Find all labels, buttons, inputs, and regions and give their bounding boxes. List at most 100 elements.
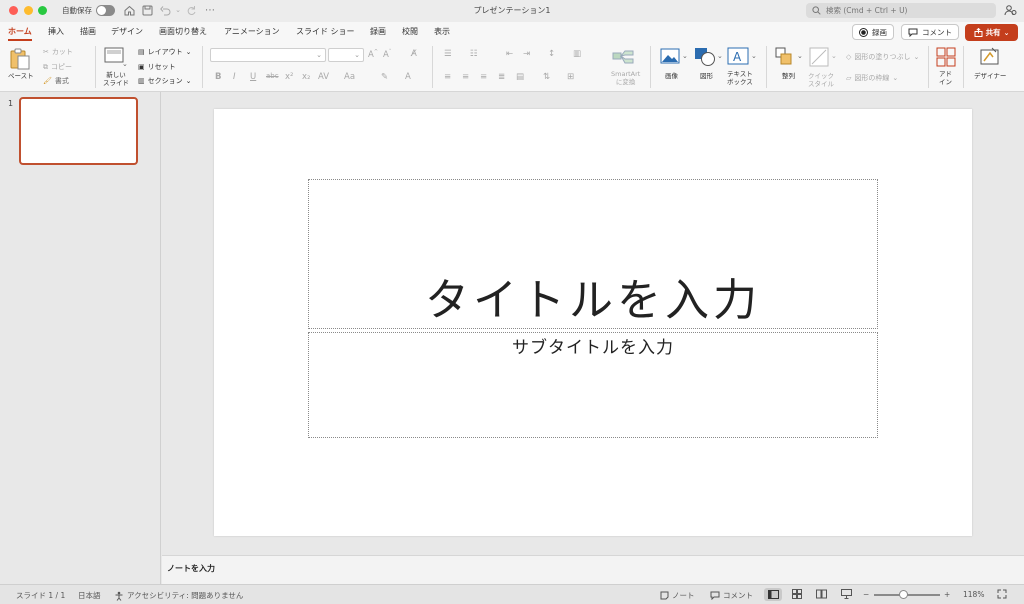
smartart-icon[interactable] bbox=[612, 47, 634, 68]
shape-fill-button[interactable]: ◇ 図形の塗りつぶし ⌄ bbox=[846, 52, 919, 62]
fit-to-window-button[interactable] bbox=[997, 589, 1007, 599]
picture-label[interactable]: 画像 bbox=[665, 72, 678, 80]
paste-icon[interactable] bbox=[9, 47, 31, 74]
chevron-down-icon[interactable]: ⌄ bbox=[717, 52, 723, 60]
search-input[interactable] bbox=[826, 6, 986, 15]
align-left-icon[interactable]: ≡ bbox=[444, 72, 451, 82]
search-box[interactable] bbox=[806, 3, 996, 18]
arrange-label[interactable]: 整列 bbox=[782, 72, 795, 80]
shape-outline-button[interactable]: ▱ 図形の枠線 ⌄ bbox=[846, 73, 898, 83]
tab-insert[interactable]: 挿入 bbox=[48, 26, 64, 37]
tab-animations[interactable]: アニメーション bbox=[224, 26, 280, 37]
picture-icon[interactable] bbox=[660, 48, 680, 68]
save-icon[interactable] bbox=[140, 3, 154, 17]
shrink-font-icon[interactable]: A˅ bbox=[383, 49, 391, 60]
chevron-down-icon[interactable]: ⌄ bbox=[751, 52, 757, 60]
addins-label[interactable]: アド イン bbox=[939, 70, 952, 86]
reading-view-button[interactable] bbox=[816, 589, 827, 599]
font-name-select[interactable]: ⌄ bbox=[210, 48, 326, 62]
slide-thumbnail[interactable] bbox=[19, 97, 138, 165]
format-painter-button[interactable]: 🖌 書式 bbox=[43, 76, 69, 86]
bold-icon[interactable]: B bbox=[215, 72, 221, 82]
accessibility-status[interactable]: アクセシビリティ: 問題ありません bbox=[114, 590, 243, 601]
tab-home[interactable]: ホーム bbox=[8, 26, 32, 37]
clear-format-icon[interactable]: A̸ bbox=[411, 49, 417, 59]
tab-design[interactable]: デザイン bbox=[111, 26, 143, 37]
chevron-down-icon[interactable]: ⌄ bbox=[797, 52, 803, 60]
new-slide-icon[interactable]: ⌄ bbox=[104, 47, 128, 70]
subscript-icon[interactable]: x₂ bbox=[302, 72, 310, 82]
align-center-icon[interactable]: ≡ bbox=[462, 72, 469, 82]
zoom-out-button[interactable]: − bbox=[863, 590, 869, 599]
highlight-icon[interactable]: ✎ bbox=[381, 72, 388, 82]
subtitle-placeholder[interactable]: サブタイトルを入力 bbox=[308, 332, 878, 438]
autosave-toggle[interactable] bbox=[96, 5, 115, 16]
underline-icon[interactable]: U bbox=[250, 72, 256, 82]
comments-toggle[interactable]: コメント bbox=[710, 590, 753, 601]
normal-view-button[interactable] bbox=[764, 588, 782, 601]
font-size-select[interactable]: ⌄ bbox=[328, 48, 364, 62]
designer-icon[interactable] bbox=[980, 47, 1000, 69]
title-placeholder[interactable]: タイトルを入力 bbox=[308, 179, 878, 329]
paste-label[interactable]: ペースト bbox=[8, 72, 34, 80]
align-text-icon[interactable]: ⊞ bbox=[567, 72, 574, 82]
notes-pane[interactable]: ノートを入力 bbox=[162, 555, 1024, 584]
undo-icon[interactable] bbox=[158, 3, 172, 17]
slide[interactable]: タイトルを入力 サブタイトルを入力 bbox=[214, 109, 972, 536]
change-case-icon[interactable]: Aa bbox=[344, 72, 355, 82]
copy-button[interactable]: ⧉ コピー bbox=[43, 62, 72, 72]
smartart-label[interactable]: SmartArt に変換 bbox=[611, 70, 640, 86]
minimize-window-button[interactable] bbox=[24, 6, 33, 15]
comment-button[interactable]: コメント bbox=[901, 24, 959, 40]
tab-record[interactable]: 録画 bbox=[370, 26, 386, 37]
textbox-icon[interactable]: A bbox=[727, 47, 749, 68]
collaborate-icon[interactable] bbox=[1004, 4, 1017, 20]
italic-icon[interactable]: I bbox=[233, 72, 236, 82]
line-spacing-icon[interactable]: ↕ bbox=[548, 49, 555, 59]
strikethrough-icon[interactable]: abc bbox=[266, 72, 279, 80]
columns-icon[interactable]: ▥ bbox=[573, 49, 581, 59]
shapes-label[interactable]: 図形 bbox=[700, 72, 713, 80]
new-slide-label[interactable]: 新しい スライド bbox=[103, 71, 129, 87]
close-window-button[interactable] bbox=[9, 6, 18, 15]
increase-indent-icon[interactable]: ⇥ bbox=[523, 49, 530, 59]
maximize-window-button[interactable] bbox=[38, 6, 47, 15]
font-color-icon[interactable]: A bbox=[405, 72, 411, 82]
share-button[interactable]: 共有 ⌄ bbox=[965, 24, 1018, 41]
bullets-icon[interactable]: ☰ bbox=[444, 49, 452, 59]
tab-review[interactable]: 校閲 bbox=[402, 26, 418, 37]
zoom-in-button[interactable]: + bbox=[944, 590, 950, 599]
more-icon[interactable]: ⋯ bbox=[203, 3, 217, 17]
redo-icon[interactable] bbox=[184, 3, 198, 17]
shapes-icon[interactable] bbox=[694, 47, 716, 69]
addins-icon[interactable] bbox=[936, 47, 956, 70]
character-spacing-icon[interactable]: AV bbox=[318, 72, 329, 82]
tab-slideshow[interactable]: スライド ショー bbox=[296, 26, 355, 37]
notes-toggle[interactable]: ノート bbox=[660, 590, 695, 601]
numbering-icon[interactable]: ☷ bbox=[470, 49, 478, 59]
text-direction-icon[interactable]: ⇅ bbox=[543, 72, 550, 82]
reset-button[interactable]: ▣ リセット bbox=[138, 62, 176, 72]
chevron-down-icon[interactable]: ⌄ bbox=[682, 52, 688, 60]
undo-dropdown-icon[interactable]: ⌄ bbox=[171, 3, 185, 17]
zoom-level[interactable]: 118% bbox=[963, 590, 984, 599]
distribute-icon[interactable]: ▤ bbox=[516, 72, 524, 82]
decrease-indent-icon[interactable]: ⇤ bbox=[506, 49, 513, 59]
superscript-icon[interactable]: x² bbox=[285, 72, 293, 82]
justify-icon[interactable]: ≣ bbox=[498, 72, 505, 82]
section-button[interactable]: ▥ セクション ⌄ bbox=[138, 76, 192, 86]
tab-transitions[interactable]: 画面切り替え bbox=[159, 26, 207, 37]
cut-button[interactable]: ✂ カット bbox=[43, 47, 73, 57]
record-button[interactable]: 録画 bbox=[852, 24, 894, 40]
align-right-icon[interactable]: ≡ bbox=[480, 72, 487, 82]
tab-draw[interactable]: 描画 bbox=[80, 26, 96, 37]
language-indicator[interactable]: 日本語 bbox=[78, 590, 101, 601]
home-icon[interactable] bbox=[122, 3, 136, 17]
tab-view[interactable]: 表示 bbox=[434, 26, 450, 37]
textbox-label[interactable]: テキスト ボックス bbox=[727, 70, 753, 86]
slideshow-button[interactable] bbox=[841, 589, 852, 599]
quick-styles-icon[interactable] bbox=[809, 47, 829, 70]
arrange-icon[interactable] bbox=[775, 47, 795, 70]
chevron-down-icon[interactable]: ⌄ bbox=[831, 52, 837, 60]
grow-font-icon[interactable]: A^ bbox=[368, 49, 378, 60]
